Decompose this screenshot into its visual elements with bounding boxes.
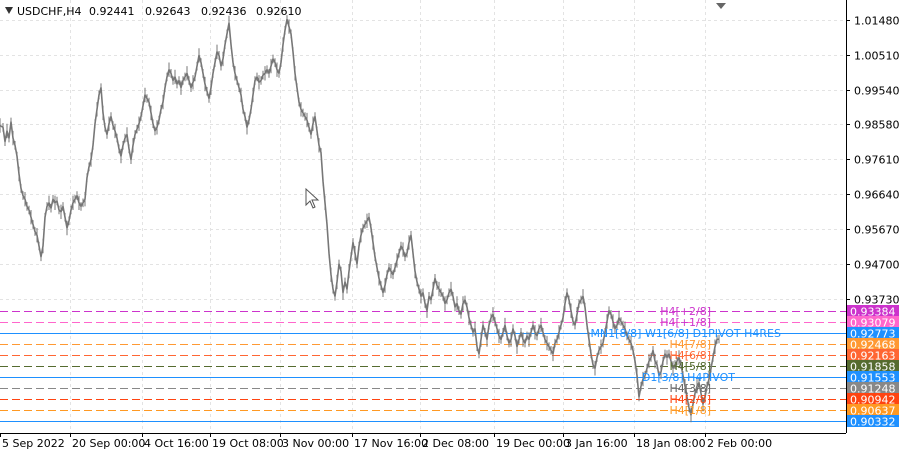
time-tick-label: 2 Feb 00:00 — [707, 437, 772, 450]
level-label: H4[1/8] — [669, 404, 711, 417]
price-tick-label: 0.98580 — [854, 119, 900, 132]
time-tick-label: 2 Dec 08:00 — [422, 437, 489, 450]
time-tick-label: 19 Dec 00:00 — [496, 437, 570, 450]
symbol-label: USDCHF,H4 — [17, 5, 82, 18]
price-tick-label: 0.94700 — [854, 259, 900, 272]
level-price-tag-label: 0.90332 — [850, 416, 896, 429]
time-tick-label: 17 Nov 16:00 — [354, 437, 428, 450]
time-tick-label: 3 Jan 16:00 — [565, 437, 628, 450]
price-tick-label: 0.95670 — [854, 224, 900, 237]
low-value: 0.92436 — [201, 5, 247, 18]
price-tick-label: 1.00510 — [854, 50, 900, 63]
chart-background — [0, 0, 900, 455]
close-value: 0.92610 — [256, 5, 302, 18]
chart-window[interactable]: H4[+2/8] H4[+1/8] MN1[8/8] W1[6/8] D1PIVOT… — [0, 0, 900, 455]
price-tick-label: 0.97610 — [854, 154, 900, 167]
time-tick-label: 4 Oct 16:00 — [144, 437, 209, 450]
open-value: 0.92441 — [89, 5, 135, 18]
high-value: 0.92643 — [145, 5, 191, 18]
time-tick-label: 5 Sep 2022 — [2, 437, 65, 450]
header: USDCHF,H4 0.92441 0.92643 0.92436 0.9261… — [5, 5, 302, 18]
time-tick-label: 18 Jan 08:00 — [636, 437, 706, 450]
price-chart[interactable]: H4[+2/8]H4[+1/8]MN1[8/8] W1[6/8] D1PIVOT… — [0, 0, 900, 455]
time-tick-label: 19 Oct 08:00 — [212, 437, 284, 450]
time-tick-label: 3 Nov 00:00 — [282, 437, 349, 450]
time-tick-label: 20 Sep 00:00 — [72, 437, 145, 450]
price-tick-label: 0.99540 — [854, 85, 900, 98]
price-tick-label: 1.01480 — [854, 15, 900, 28]
price-tick-label: 0.96640 — [854, 189, 900, 202]
